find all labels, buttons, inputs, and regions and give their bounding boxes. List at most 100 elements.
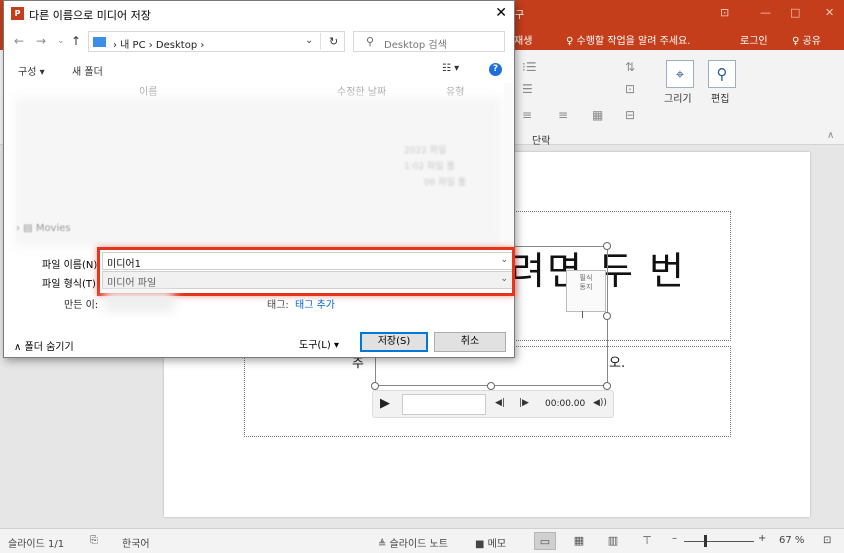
reading-view-icon[interactable]: ▥ [602,532,624,550]
save-button[interactable]: 저장(S) [360,332,428,352]
zoom-in-icon[interactable]: + [758,533,766,544]
authors-label: 만든 이: [64,300,99,311]
recent-dropdown-icon[interactable]: ⌄ [57,36,65,46]
zoom-out-icon[interactable]: – [672,533,677,544]
draw-button[interactable]: ⌖ [666,60,694,88]
zoom-slider[interactable] [684,541,754,542]
media-time: 00:00.00 [545,399,586,409]
media-icon-text: 필식 동지 [579,274,593,291]
search-input[interactable]: Desktop 검색 [384,36,447,51]
ppt-title-fragment: 구 [515,10,525,21]
dialog-title: 다른 이름으로 미디어 저장 [29,9,151,22]
column-modified[interactable]: 수정한 날짜 [337,83,386,98]
column-name[interactable]: 이름 [139,83,157,98]
sidebar-item-label: Movies [35,223,71,234]
language-indicator[interactable]: 한국어 [122,535,150,550]
align-text-icon[interactable]: ⊡ [625,82,635,96]
dialog-titlebar[interactable]: P 다른 이름으로 미디어 저장 ✕ [4,1,514,27]
sidebar-item-movies[interactable]: › ▤ Movies [16,223,71,234]
align-left-icon[interactable]: ≡ [522,108,532,122]
divider [320,33,321,50]
volume-icon[interactable]: ◀)) [593,398,607,408]
dialog-toolbar: 구성 ▾ 새 폴더 ☷ ▾ ? [4,58,514,80]
status-bar: 슬라이드 1/1 ⎘ 한국어 ≜ 슬라이드 노트 ■ 메모 ▭ ▦ ▥ ⊤ – … [0,528,844,553]
slide-count: 슬라이드 1/1 [8,539,65,550]
resize-handle[interactable] [371,382,379,390]
monitor-icon [93,37,106,47]
play-icon[interactable]: ▶ [380,396,390,411]
hide-folders-button[interactable]: ∧ 폴더 숨기기 [14,338,74,353]
sorter-view-icon[interactable]: ▦ [568,532,590,550]
address-row: ← → ⌄ ↑ › 내 PC › Desktop › ⌄ ↻ ⚲ Desktop… [4,28,514,55]
maximize-icon[interactable]: □ [790,6,800,19]
search-icon: ⚲ [366,35,375,48]
tools-dropdown[interactable]: 도구(L) ▾ [299,336,339,351]
text-direction-icon[interactable]: ⇅ [625,60,635,74]
draw-icon: ⌖ [675,65,685,83]
fit-slide-icon[interactable]: ⊡ [823,535,831,546]
refresh-icon[interactable]: ↻ [329,35,338,48]
ribbon-display-icon[interactable]: ⊡ [720,6,729,19]
new-folder-button[interactable]: 새 폴더 [72,63,103,78]
close-button[interactable]: ✕ [495,5,507,21]
media-progress-track[interactable] [402,394,486,415]
edit-label: 편집 [711,94,730,105]
view-options-icon[interactable]: ☷ ▾ [442,63,459,74]
edit-button[interactable]: ⚲ [708,60,736,88]
align-center-icon[interactable]: ≡ [558,108,568,122]
file-list-scrollbar[interactable] [504,83,513,243]
save-media-dialog: P 다른 이름으로 미디어 저장 ✕ ← → ⌄ ↑ › 내 PC › Desk… [3,0,515,358]
media-controls: ▶ ◀| |▶ 00:00.00 ◀)) [372,390,614,418]
normal-view-icon[interactable]: ▭ [534,532,556,550]
rewind-icon[interactable]: ◀| [495,398,505,408]
share-button[interactable]: ♀ 공유 [792,32,821,47]
tags-input[interactable]: 태그 추가 [295,296,335,311]
column-type[interactable]: 유형 [446,83,464,98]
forward-icon[interactable]: |▶ [519,398,529,408]
draw-label: 그리기 [664,94,692,105]
organize-button[interactable]: 구성 ▾ [18,63,45,78]
back-icon[interactable]: ← [14,34,24,48]
magnifier-icon: ⚲ [716,65,728,83]
tell-me-search[interactable]: ♀ 수행할 작업을 알려 주세요. [566,32,690,47]
media-file-icon: 필식 동지 [566,270,606,312]
help-icon[interactable]: ? [489,63,502,76]
login-link[interactable]: 로그인 [740,32,768,47]
breadcrumb[interactable]: › 내 PC › Desktop › [113,36,204,51]
search-box[interactable]: ⚲ Desktop 검색 [353,31,505,52]
zoom-level[interactable]: 67 % [779,535,804,546]
blurred-file-list [14,97,502,247]
zoom-slider-thumb[interactable] [704,535,707,547]
spellcheck-icon[interactable]: ⎘ [90,535,98,546]
blurred-author [104,290,174,312]
resize-handle[interactable] [487,382,495,390]
resize-handle[interactable] [603,242,611,250]
collapse-ribbon-icon[interactable]: ∧ [827,130,834,141]
forward-icon[interactable]: → [36,34,46,48]
slide-subtitle-right: 오. [609,356,626,371]
text-cursor-icon: I [581,310,584,321]
bullets-icon[interactable]: ⁝☰ [522,60,537,74]
file-name-label: 파일 이름(N): [42,260,101,271]
resize-handle[interactable] [603,312,611,320]
minimize-icon[interactable]: — [760,6,771,19]
up-icon[interactable]: ↑ [71,34,81,48]
notes-button[interactable]: ≜ 슬라이드 노트 [378,535,448,550]
tab-playback[interactable]: 재생 [514,32,532,47]
slideshow-view-icon[interactable]: ⊤ [636,532,658,550]
blurred-row: 06 파일 폴 [424,178,467,188]
smartart-icon[interactable]: ⊟ [625,108,635,122]
address-bar[interactable]: › 내 PC › Desktop › ⌄ ↻ [88,31,345,52]
blurred-row: 1:02 파일 폴 [404,162,455,172]
chevron-down-icon[interactable]: ⌄ [305,35,313,46]
powerpoint-icon: P [11,7,24,20]
tags-label: 태그: [267,300,289,311]
file-type-label: 파일 형식(T): [42,279,100,290]
red-highlight-box [97,247,515,296]
close-icon[interactable]: ✕ [825,6,834,19]
cancel-button[interactable]: 취소 [434,332,506,352]
justify-icon[interactable]: ▦ [592,108,603,122]
comments-button[interactable]: ■ 메모 [475,535,506,550]
list-icon[interactable]: ☰ [522,82,533,96]
resize-handle[interactable] [603,382,611,390]
